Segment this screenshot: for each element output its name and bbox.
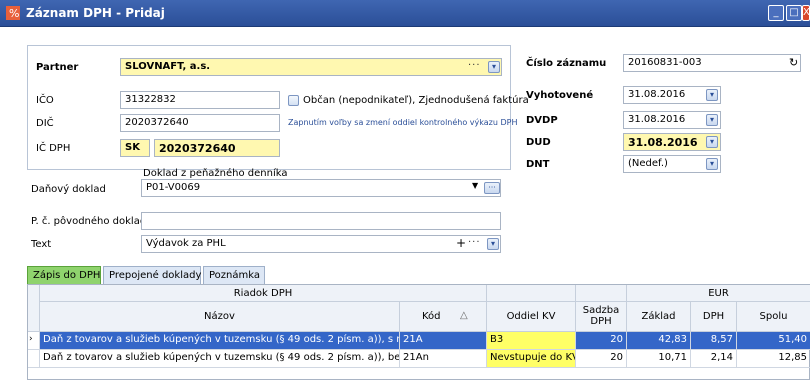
tab-poznamka[interactable]: Poznámka [203, 266, 265, 284]
maximize-button[interactable]: □ [786, 5, 802, 21]
title-bar: % Záznam DPH - Pridaj _ □ X [0, 0, 810, 27]
row-indicator-header [28, 285, 40, 332]
partner-panel: Partner SLOVNAFT, a.s. ··· ▾ IČO 3132283… [27, 45, 529, 170]
text-value: Výdavok za PHL [146, 238, 226, 249]
doklad-source-label: Doklad z peňažného denníka [143, 168, 288, 179]
icdph-country-field[interactable]: SK [120, 139, 150, 157]
dvdp-dropdown-icon[interactable]: ▾ [706, 114, 718, 126]
col-kod-label: Kód [422, 311, 441, 322]
dud-dropdown-icon[interactable]: ▾ [706, 136, 718, 148]
cislo-label: Číslo záznamu [526, 58, 607, 69]
row2-sadzba[interactable]: 20 [576, 350, 627, 368]
text-add-icon[interactable]: + [456, 236, 466, 250]
dud-value: 31.08.2016 [628, 136, 698, 149]
dvdp-value: 31.08.2016 [628, 114, 686, 125]
dud-label: DUD [526, 137, 551, 148]
dic-label: DIČ [36, 118, 54, 129]
group-riadok-dph: Riadok DPH [40, 285, 487, 302]
row1-dph[interactable]: 8,57 [691, 332, 737, 350]
povodny-doklad-label: P. č. pôvodného dokladu [31, 216, 153, 227]
citizen-checkbox[interactable] [288, 95, 299, 106]
group-oddiel-empty [487, 285, 576, 302]
minimize-button[interactable]: _ [768, 5, 784, 21]
text-label: Text [31, 239, 52, 250]
row1-sadzba[interactable]: 20 [576, 332, 627, 350]
col-dph[interactable]: DPH [691, 302, 737, 332]
partner-browse-icon[interactable]: ··· [468, 60, 481, 71]
ico-field[interactable]: 31322832 [120, 91, 280, 109]
dvdp-label: DVDP [526, 115, 558, 126]
row2-dph[interactable]: 2,14 [691, 350, 737, 368]
row-pointer-icon: › [28, 332, 40, 350]
kv-note: Zapnutím voľby sa zmení oddiel kontrolné… [288, 118, 518, 127]
row1-zaklad[interactable]: 42,83 [627, 332, 691, 350]
partner-field[interactable]: SLOVNAFT, a.s. [120, 58, 502, 76]
partner-dropdown-icon[interactable]: ▾ [488, 61, 500, 73]
cislo-value: 20160831-003 [628, 57, 702, 68]
vyhotovene-dropdown-icon[interactable]: ▾ [706, 89, 718, 101]
row2-zaklad[interactable]: 10,71 [627, 350, 691, 368]
tab-prepojene-doklady[interactable]: Prepojené doklady [103, 266, 201, 284]
dic-field[interactable]: 2020372640 [120, 114, 280, 132]
text-field[interactable]: Výdavok za PHL [141, 235, 501, 253]
row2-spolu[interactable]: 12,85 [737, 350, 810, 368]
group-sadzba-empty [576, 285, 627, 302]
vyhotovene-value: 31.08.2016 [628, 89, 686, 100]
row2-nazov[interactable]: Daň z tovarov a služieb kúpených v tuzem… [40, 350, 400, 368]
refresh-icon[interactable]: ↻ [789, 56, 798, 69]
col-kod[interactable]: Kód △ [400, 302, 487, 332]
window-title: Záznam DPH - Pridaj [26, 6, 165, 20]
row1-kod[interactable]: 21A [400, 332, 487, 350]
ico-value: 31322832 [125, 94, 176, 105]
row2-indicator [28, 350, 40, 368]
dic-value: 2020372640 [125, 117, 189, 128]
text-browse-icon[interactable]: ··· [468, 237, 481, 248]
close-button[interactable]: X [802, 5, 810, 21]
svg-text:%: % [9, 7, 19, 20]
row1-spolu[interactable]: 51,40 [737, 332, 810, 350]
partner-value: SLOVNAFT, a.s. [125, 61, 211, 72]
partner-label: Partner [36, 62, 79, 73]
danovy-doklad-label: Daňový doklad [31, 184, 106, 195]
povodny-doklad-field[interactable] [141, 212, 501, 230]
vyhotovene-label: Vyhotovené [526, 90, 594, 101]
cislo-field[interactable]: 20160831-003 [623, 54, 801, 72]
text-dropdown-icon[interactable]: ▾ [487, 238, 499, 250]
sort-ascending-icon: △ [460, 310, 468, 321]
icdph-number-field[interactable]: 2020372640 [154, 139, 280, 157]
row2-oddiel[interactable]: Nevstupuje do KV [487, 350, 576, 368]
tab-zapis-do-dph[interactable]: Zápis do DPH [27, 266, 101, 284]
dph-grid: Riadok DPH EUR Názov Kód △ Oddiel KV Sad… [27, 284, 810, 380]
icdph-number-value: 2020372640 [159, 142, 236, 155]
ico-label: IČO [36, 95, 54, 106]
danovy-doklad-value: P01-V0069 [146, 182, 201, 193]
danovy-doklad-browse-icon[interactable]: ··· [484, 182, 500, 194]
row1-nazov[interactable]: Daň z tovarov a služieb kúpených v tuzem… [40, 332, 400, 350]
dnt-value: (Nedef.) [628, 158, 668, 169]
row1-oddiel[interactable]: B3 [487, 332, 576, 350]
group-eur: EUR [627, 285, 810, 302]
dnt-dropdown-icon[interactable]: ▾ [706, 158, 718, 170]
col-oddiel-kv[interactable]: Oddiel KV [487, 302, 576, 332]
col-nazov[interactable]: Názov [40, 302, 400, 332]
col-spolu[interactable]: Spolu [737, 302, 810, 332]
col-sadzba-dph[interactable]: Sadzba DPH [576, 302, 627, 332]
danovy-doklad-field[interactable]: P01-V0069 [141, 179, 501, 197]
citizen-checkbox-label: Občan (nepodnikateľ), Zjednodušená faktú… [303, 95, 529, 106]
row2-kod[interactable]: 21An [400, 350, 487, 368]
col-zaklad[interactable]: Základ [627, 302, 691, 332]
dnt-label: DNT [526, 159, 550, 170]
app-icon: % [6, 6, 20, 20]
danovy-doklad-dropdown-icon[interactable]: ▼ [472, 181, 478, 190]
icdph-label: IČ DPH [36, 143, 71, 154]
icdph-country-value: SK [125, 142, 140, 153]
